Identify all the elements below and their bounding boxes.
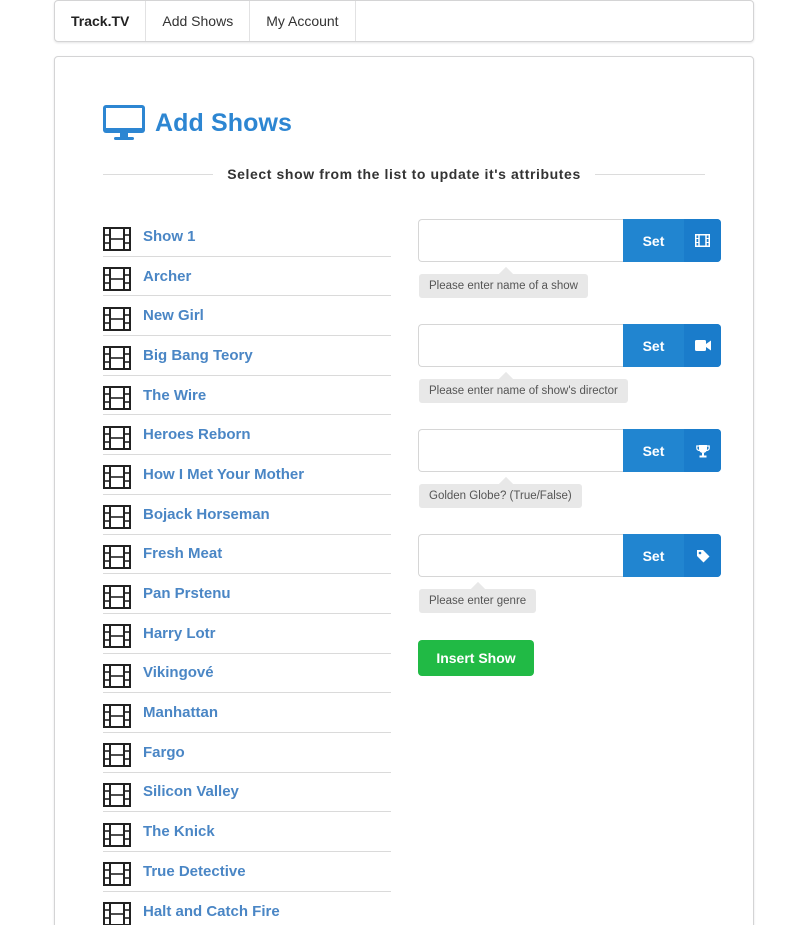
trophy-icon: [695, 444, 710, 457]
main-panel: Add Shows Select show from the list to u…: [54, 56, 754, 925]
show-list-item[interactable]: Vikingové: [103, 654, 391, 694]
award-hint: Golden Globe? (True/False): [419, 484, 582, 508]
name-hint: Please enter name of a show: [419, 274, 588, 298]
film-icon: [103, 227, 131, 252]
show-list-item[interactable]: Pan Prstenu: [103, 574, 391, 614]
film-icon: [103, 465, 131, 490]
show-list-item[interactable]: True Detective: [103, 852, 391, 892]
show-name[interactable]: Bojack Horseman: [143, 506, 270, 523]
show-list-item[interactable]: Show 1: [103, 217, 391, 257]
show-list-item[interactable]: Fresh Meat: [103, 535, 391, 575]
section-subtitle: Select show from the list to update it's…: [227, 166, 581, 182]
show-list-item[interactable]: Bojack Horseman: [103, 495, 391, 535]
film-icon: [103, 624, 131, 649]
show-list-item[interactable]: Archer: [103, 257, 391, 297]
set-name-button[interactable]: Set: [623, 219, 721, 262]
award-field-group: Set Golden Globe? (True/False): [418, 429, 721, 534]
nav-my-account[interactable]: My Account: [250, 1, 356, 41]
show-name[interactable]: Fresh Meat: [143, 545, 222, 562]
name-field-group: Set Please enter name of a show: [418, 219, 721, 324]
show-name[interactable]: Silicon Valley: [143, 783, 239, 800]
film-icon: [103, 386, 131, 411]
genre-hint: Please enter genre: [419, 589, 537, 613]
show-list-item[interactable]: Heroes Reborn: [103, 415, 391, 456]
director-hint: Please enter name of show's director: [419, 379, 628, 403]
show-list-item[interactable]: The Knick: [103, 812, 391, 852]
award-input[interactable]: [418, 429, 623, 472]
film-icon: [103, 782, 131, 807]
page-title: Add Shows: [155, 108, 293, 137]
genre-input[interactable]: [418, 534, 623, 577]
set-director-label: Set: [642, 337, 665, 354]
show-name[interactable]: Heroes Reborn: [143, 426, 251, 443]
nav-add-shows[interactable]: Add Shows: [146, 1, 251, 41]
video-camera-icon: [694, 340, 711, 351]
show-name[interactable]: Halt and Catch Fire: [143, 903, 280, 920]
show-list-item[interactable]: Manhattan: [103, 693, 391, 733]
show-name[interactable]: The Wire: [143, 387, 206, 404]
desktop-icon: [103, 105, 145, 140]
set-genre-label: Set: [642, 547, 665, 564]
film-icon: [103, 505, 131, 530]
page-header: Add Shows: [103, 105, 292, 141]
set-award-button[interactable]: Set: [623, 429, 721, 472]
set-award-label: Set: [642, 442, 665, 459]
show-list-item[interactable]: Fargo: [103, 733, 391, 773]
tag-icon: [696, 549, 709, 562]
film-icon: [103, 703, 131, 728]
show-name[interactable]: Pan Prstenu: [143, 585, 231, 602]
set-director-button[interactable]: Set: [623, 324, 721, 367]
show-list-item[interactable]: Silicon Valley: [103, 773, 391, 813]
show-list-item[interactable]: Halt and Catch Fire: [103, 892, 391, 925]
show-name[interactable]: How I Met Your Mother: [143, 466, 304, 483]
show-form: Set Please enter name of a show Set Plea…: [418, 219, 721, 676]
show-name[interactable]: Manhattan: [143, 704, 218, 721]
brand-link[interactable]: Track.TV: [55, 1, 147, 41]
film-icon: [103, 663, 131, 688]
show-list: Show 1 Archer New Girl Big Bang Teory The Wi…: [103, 217, 391, 925]
director-input[interactable]: [418, 324, 623, 367]
film-icon: [103, 822, 131, 847]
show-name[interactable]: The Knick: [143, 823, 215, 840]
show-name[interactable]: Vikingové: [143, 664, 214, 681]
show-name[interactable]: Big Bang Teory: [143, 347, 253, 364]
director-field-group: Set Please enter name of show's director: [418, 324, 721, 429]
show-name-input[interactable]: [418, 219, 623, 262]
film-icon: [103, 743, 131, 768]
show-name[interactable]: True Detective: [143, 863, 246, 880]
show-name[interactable]: Fargo: [143, 744, 185, 761]
show-list-item[interactable]: The Wire: [103, 376, 391, 416]
film-icon: [103, 902, 131, 925]
section-divider: Select show from the list to update it's…: [103, 163, 706, 185]
show-name[interactable]: Show 1: [143, 228, 196, 245]
show-name[interactable]: Harry Lotr: [143, 625, 216, 642]
set-name-label: Set: [642, 232, 665, 249]
genre-field-group: Set Please enter genre: [418, 534, 721, 639]
show-list-item[interactable]: New Girl: [103, 296, 391, 337]
top-menu: Track.TV Add Shows My Account: [54, 0, 754, 42]
show-name[interactable]: Archer: [143, 268, 191, 285]
show-list-item[interactable]: How I Met Your Mother: [103, 455, 391, 495]
film-icon: [103, 584, 131, 609]
insert-show-button[interactable]: Insert Show: [418, 640, 534, 676]
film-icon: [103, 306, 131, 331]
film-icon: [103, 346, 131, 371]
film-icon: [103, 267, 131, 292]
show-list-item[interactable]: Harry Lotr: [103, 614, 391, 654]
film-icon: [103, 425, 131, 450]
film-icon: [695, 234, 710, 247]
film-icon: [103, 862, 131, 887]
film-icon: [103, 544, 131, 569]
show-list-item[interactable]: Big Bang Teory: [103, 336, 391, 376]
show-name[interactable]: New Girl: [143, 307, 204, 324]
set-genre-button[interactable]: Set: [623, 534, 721, 577]
